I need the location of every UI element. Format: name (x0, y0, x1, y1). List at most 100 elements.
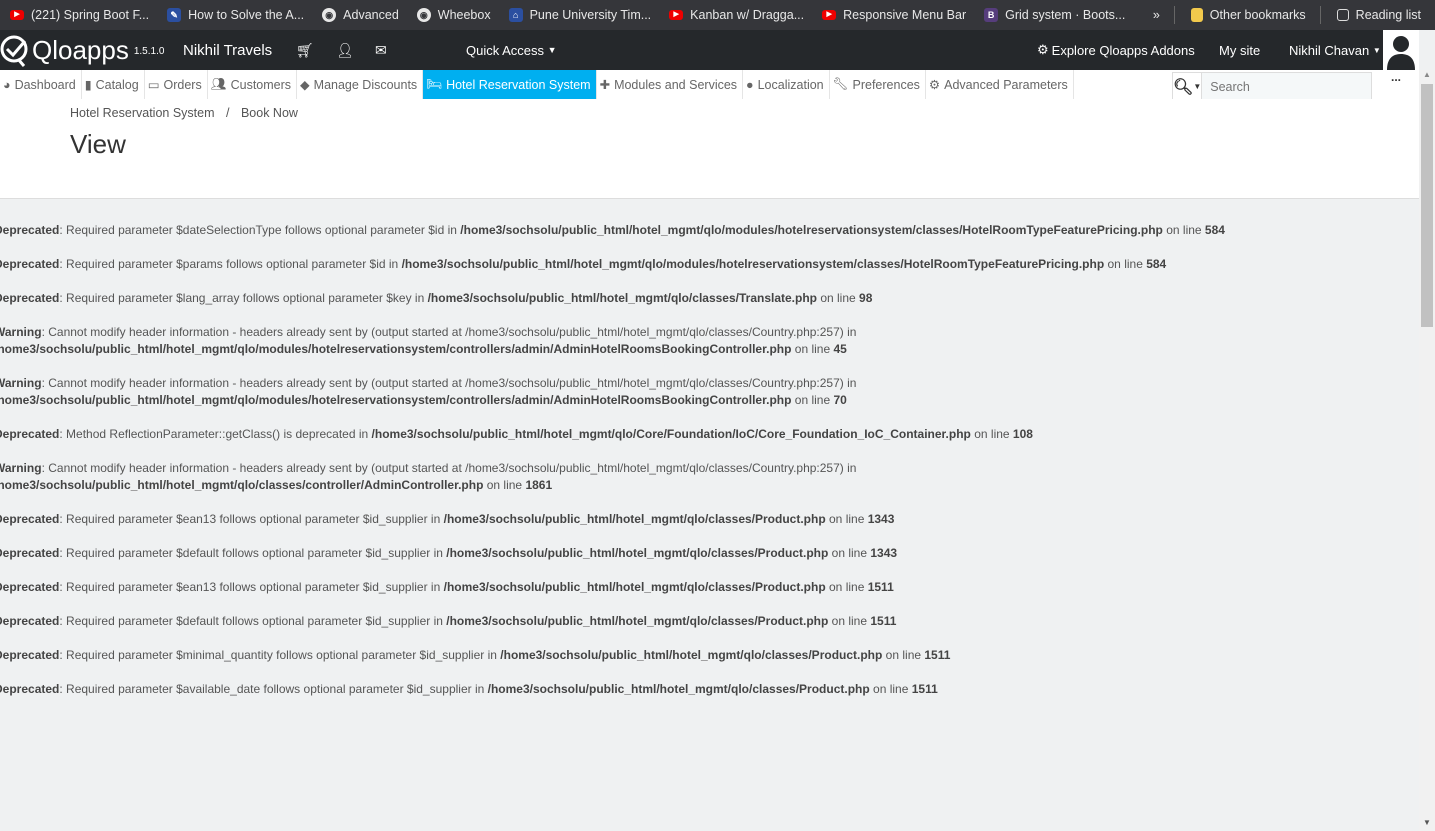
message-file: /home3/sochsolu/public_html/hotel_mgmt/q… (0, 478, 484, 492)
message-file: /home3/sochsolu/public_html/hotel_mgmt/q… (500, 648, 883, 662)
page-header: Hotel Reservation System / Book Now View (0, 99, 1419, 199)
bookmark-item[interactable]: ▶ Responsive Menu Bar (822, 8, 966, 22)
error-message: Deprecated: Required parameter $minimal_… (0, 647, 1225, 664)
bookmark-item[interactable]: ▶ (221) Spring Boot F... (10, 8, 149, 22)
scroll-up-icon[interactable]: ▲ (1419, 70, 1435, 79)
message-type: Deprecated (0, 257, 60, 271)
dashboard-icon: ◕ (3, 77, 11, 92)
message-text: : Required parameter $ean13 follows opti… (59, 580, 444, 594)
tab-label: Hotel Reservation System (446, 77, 591, 92)
error-message: Deprecated: Required parameter $params f… (0, 256, 1225, 273)
folder-icon (1190, 8, 1203, 22)
bookmark-item[interactable]: ⌂ Pune University Tim... (508, 8, 651, 22)
addons-label: Explore Qloapps Addons (1051, 42, 1195, 58)
cart-icon[interactable]: 🛒︎ (296, 30, 314, 70)
message-text: : Cannot modify header information - hea… (41, 376, 857, 390)
tab-manage-discounts[interactable]: ◆ Manage Discounts (297, 70, 424, 99)
error-message: Warning: Cannot modify header informatio… (0, 460, 1225, 494)
error-message: Deprecated: Required parameter $ean13 fo… (0, 579, 1225, 596)
tab-dashboard[interactable]: ◕ Dashboard (0, 70, 82, 99)
tab-label: Manage Discounts (313, 77, 418, 92)
tab-hotel-reservation-system[interactable]: 🛏︎ Hotel Reservation System (423, 70, 597, 99)
breadcrumb-item: Book Now (240, 106, 298, 120)
tab-modules-and-services[interactable]: ✚ Modules and Services (597, 70, 744, 99)
message-text: : Required parameter $default follows op… (59, 546, 447, 560)
tab-orders[interactable]: ▭ Orders (145, 70, 208, 99)
tab-label: Orders (163, 77, 202, 92)
message-line-number: 1511 (870, 614, 897, 628)
error-message: Deprecated: Required parameter $default … (0, 613, 1225, 630)
message-line-number: 1343 (870, 546, 898, 560)
message-file: /home3/sochsolu/public_html/hotel_mgmt/q… (443, 512, 826, 526)
message-line-number: 45 (833, 342, 847, 356)
message-type: Warning (0, 325, 42, 339)
other-bookmarks-label: Other bookmarks (1209, 8, 1306, 22)
bookmark-item[interactable]: ◉ Wheebox (416, 8, 491, 22)
bookmark-item[interactable]: B Grid system · Boots... (984, 8, 1125, 22)
error-message: Deprecated: Method ReflectionParameter::… (0, 426, 1225, 443)
message-file: /home3/sochsolu/public_html/hotel_mgmt/q… (427, 291, 817, 305)
search-type-dropdown[interactable]: 🔍︎ ▼ (1173, 73, 1203, 100)
message-text: : Cannot modify header information - hea… (41, 461, 857, 475)
tab-label: Localization (757, 77, 824, 92)
tab-localization[interactable]: ● Localization (743, 70, 830, 99)
page-title: View (70, 129, 126, 159)
message-type: Deprecated (0, 512, 60, 526)
globe-icon: ● (746, 77, 754, 92)
avatar[interactable] (1383, 30, 1419, 70)
message-on-line: on line (817, 291, 860, 305)
bookmark-label: Grid system · Boots... (1005, 8, 1126, 22)
message-on-line: on line (1104, 257, 1147, 271)
message-file: /home3/sochsolu/public_html/hotel_mgmt/q… (0, 393, 792, 407)
bookmarks-bar: ▶ (221) Spring Boot F... ✎ How to Solve the… (0, 0, 1435, 30)
reading-list-icon (1336, 9, 1349, 21)
caret-down-icon: ▼ (547, 45, 557, 55)
reading-list[interactable]: Reading list (1336, 8, 1421, 22)
message-text: : Required parameter $dateSelectionType … (59, 223, 461, 237)
bookmarks-more-button[interactable]: » (1153, 8, 1160, 22)
search-input[interactable] (1202, 73, 1372, 100)
other-bookmarks[interactable]: Other bookmarks (1190, 8, 1306, 22)
bookmark-item[interactable]: ✎ How to Solve the A... (167, 8, 304, 22)
bookmark-item[interactable]: ▶ Kanban w/ Dragga... (669, 8, 804, 22)
tab-label: Modules and Services (614, 77, 738, 92)
my-site-link[interactable]: My site (1219, 30, 1260, 70)
scrollbar-thumb[interactable] (1421, 84, 1433, 327)
user-menu[interactable]: Nikhil Chavan ▼ (1289, 30, 1381, 70)
bookmark-item[interactable]: ◉ Advanced (322, 8, 399, 22)
tab-advanced-parameters[interactable]: ⚙︎ Advanced Parameters (926, 70, 1074, 99)
logo[interactable]: Qloapps 1.5.1.0 (0, 30, 164, 70)
tab-label: Advanced Parameters (944, 77, 1068, 92)
message-text: : Required parameter $ean13 follows opti… (59, 512, 444, 526)
breadcrumb-item[interactable]: Hotel Reservation System (70, 106, 215, 120)
mail-icon[interactable]: ✉︎ (375, 30, 387, 70)
search-icon: 🔍︎ (1173, 78, 1194, 96)
message-file: /home3/sochsolu/public_html/hotel_mgmt/q… (460, 223, 1163, 237)
youtube-icon: ▶ (669, 10, 684, 20)
message-text: : Required parameter $minimal_quantity f… (59, 648, 501, 662)
error-message: Deprecated: Required parameter $default … (0, 545, 1225, 562)
message-line-number: 584 (1204, 223, 1225, 237)
tab-label: Catalog (95, 77, 139, 92)
user-icon[interactable]: 👤︎ (336, 30, 354, 70)
version: 1.5.1.0 (133, 45, 165, 57)
tab-customers[interactable]: 👥︎ Customers (208, 70, 298, 99)
tab-catalog[interactable]: ▮ Catalog (82, 70, 145, 99)
error-message: Deprecated: Required parameter $ean13 fo… (0, 511, 1225, 528)
message-line-number: 1511 (924, 648, 951, 662)
divider (1319, 6, 1321, 24)
more-menu-button[interactable]: ... (1391, 70, 1401, 84)
message-text: : Required parameter $available_date fol… (59, 682, 488, 696)
quick-access-dropdown[interactable]: Quick Access ▼ (466, 30, 557, 70)
scroll-down-icon[interactable]: ▼ (1419, 818, 1435, 827)
tab-preferences[interactable]: 🔧︎ Preferences (830, 70, 926, 99)
quick-access-label: Quick Access (466, 42, 545, 58)
globe-icon: ◉ (322, 8, 337, 22)
scrollbar[interactable]: ▲ ▼ (1419, 70, 1435, 831)
university-icon: ⌂ (508, 8, 523, 22)
message-file: /home3/sochsolu/public_html/hotel_mgmt/q… (401, 257, 1105, 271)
error-message: Deprecated: Required parameter $availabl… (0, 681, 1225, 698)
shop-name[interactable]: Nikhil Travels (183, 30, 272, 70)
explore-addons-link[interactable]: ⚙︎ Explore Qloapps Addons (1037, 30, 1195, 70)
message-on-line: on line (970, 427, 1013, 441)
